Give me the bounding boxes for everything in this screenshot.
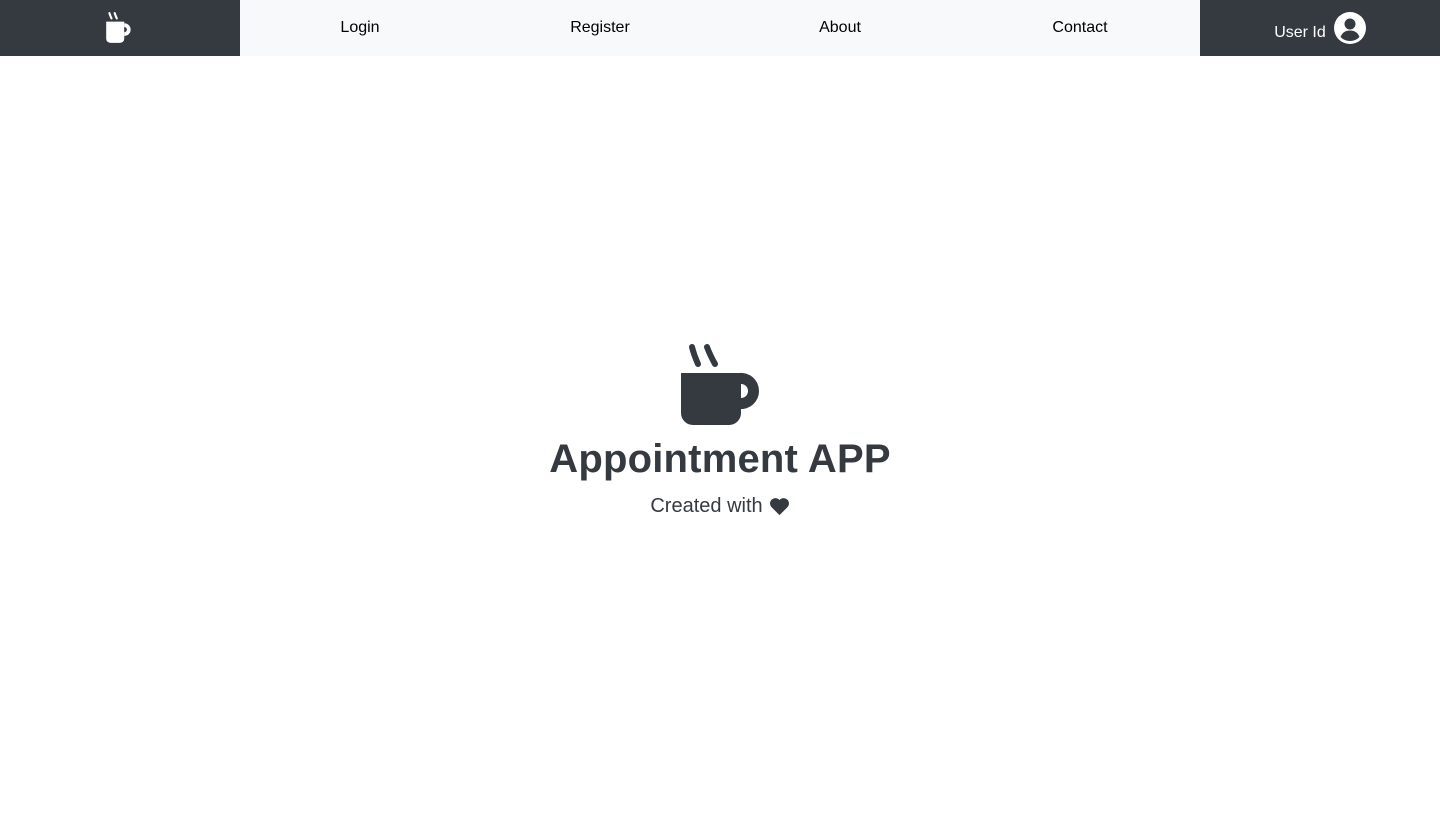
coffee-mug-icon xyxy=(679,343,761,425)
brand-logo-link[interactable] xyxy=(0,0,240,56)
nav-link-contact[interactable]: Contact xyxy=(960,0,1200,56)
nav-link-register[interactable]: Register xyxy=(480,0,720,56)
user-id-label: User Id xyxy=(1274,24,1326,41)
nav-link-about[interactable]: About xyxy=(720,0,960,56)
nav-links: Login Register About Contact xyxy=(240,0,1200,56)
page-title: Appointment APP xyxy=(549,437,891,481)
heart-icon xyxy=(769,497,790,516)
nav-link-login[interactable]: Login xyxy=(240,0,480,56)
user-menu[interactable]: User Id xyxy=(1200,0,1440,56)
hero-section: Appointment APP Created with xyxy=(0,343,1440,518)
hero-subtitle: Created with xyxy=(650,495,789,518)
navbar: Login Register About Contact User Id xyxy=(0,0,1440,56)
user-circle-icon xyxy=(1333,12,1366,44)
subtitle-text: Created with xyxy=(650,495,763,517)
coffee-mug-icon xyxy=(103,11,137,45)
